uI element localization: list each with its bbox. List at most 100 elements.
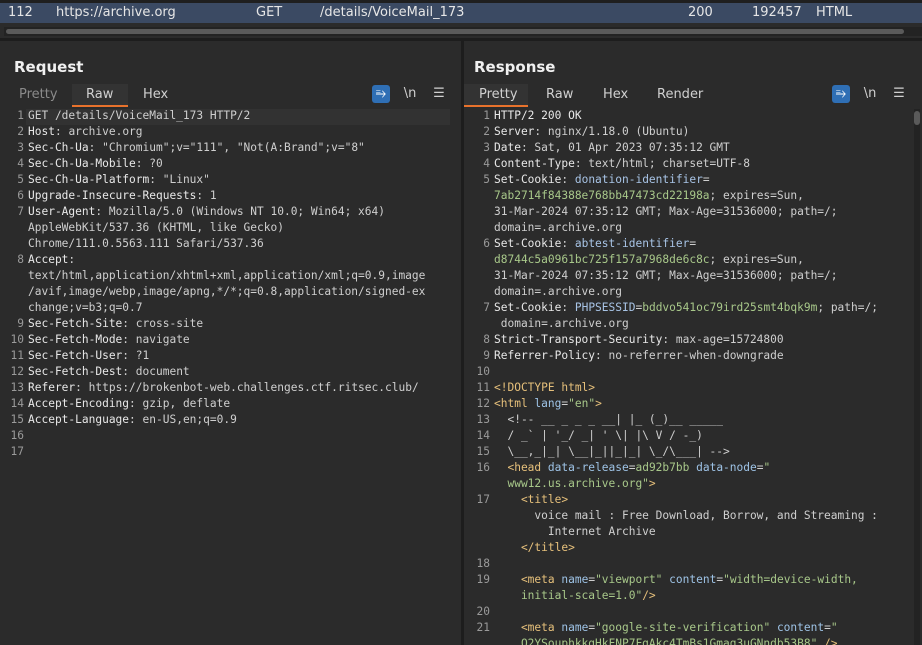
code-line[interactable]: Referer: https://brokenbot-web.challenge… (28, 381, 419, 394)
header-name: Sec-Ch-Ua-Mobile (28, 157, 136, 170)
response-tab-hex[interactable]: Hex (603, 87, 628, 102)
code-line[interactable]: text/html,application/xhtml+xml,applicat… (28, 269, 425, 282)
code-line[interactable]: /avif,image/webp,image/apng,*/*;q=0.8,ap… (28, 285, 425, 298)
code-line[interactable]: Date: Sat, 01 Apr 2023 07:35:12 GMT (494, 141, 730, 154)
code-line[interactable]: Sec-Ch-Ua: "Chromium";v="111", "Not(A:Br… (28, 141, 365, 154)
code-token: \__,_|_| \__|_||_|_| \_/\___| --> (494, 445, 730, 458)
code-line[interactable]: Host: archive.org (28, 125, 143, 138)
code-line[interactable]: HTTP/2 200 OK (494, 109, 582, 122)
code-line[interactable]: <title> (494, 493, 568, 506)
code-line[interactable]: <meta name = "google-site-verification" co… (494, 621, 838, 634)
code-line[interactable]: Referrer-Policy: no-referrer-when-downgr… (494, 349, 784, 362)
code-line[interactable]: \__,_|_| \__|_||_|_| \_/\___| --> (494, 445, 730, 458)
code-line[interactable]: <meta name="viewport" content="width=dev… (494, 573, 858, 586)
history-horizontal-scrollbar[interactable] (4, 27, 922, 36)
code-line[interactable]: <!DOCTYPE html> (494, 381, 595, 394)
code-line[interactable]: </title> (494, 541, 575, 554)
code-line[interactable]: 31-Mar-2024 07:35:12 GMT; Max-Age=315360… (494, 269, 838, 282)
code-line[interactable]: Sec-Fetch-Dest: document (28, 365, 190, 378)
code-token: </title> (494, 541, 575, 554)
code-line[interactable]: GET /details/VoiceMail_173 HTTP/2 (28, 109, 250, 122)
code-token: = (702, 173, 710, 186)
newline-toggle[interactable]: \n (861, 85, 879, 103)
code-token: Set-Cookie (494, 301, 562, 314)
newline-toggle[interactable]: \n (401, 85, 419, 103)
header-value: document (129, 365, 190, 378)
code-line[interactable]: initial-scale=1.0"/> (494, 589, 656, 602)
header-name: Accept (28, 253, 69, 266)
response-editor[interactable]: 1 2 3 4 5 6 7 8 9 10 11 12 13 14 15 16 17 18 19 20 21 HTTP/2… (470, 109, 912, 645)
response-line-numbers: 1 2 3 4 5 6 7 8 9 10 11 12 13 14 15 16 17 18 19 20 21 (470, 109, 492, 645)
code-token: : max-age=15724800 (662, 333, 784, 346)
header-name: Sec-Fetch-Site (28, 317, 123, 330)
code-token: 31-Mar-2024 07:35:12 GMT; Max-Age=315360… (494, 269, 838, 282)
code-line[interactable]: www12.us.archive.org"> (494, 477, 656, 490)
code-line[interactable]: Q2YSouphkkgHkFNP7FgAkc4TmBs1Gmag3uGNndb5… (494, 637, 838, 645)
scrollbar-thumb[interactable] (6, 29, 904, 34)
hamburger-menu-icon[interactable]: ☰ (430, 85, 448, 103)
code-line[interactable]: Accept-Encoding: gzip, deflate (28, 397, 230, 410)
header-value: archive.org (61, 125, 143, 138)
code-line[interactable]: Chrome/111.0.5563.111 Safari/537.36 (28, 237, 264, 250)
code-line[interactable]: Server: nginx/1.18.0 (Ubuntu) (494, 125, 689, 138)
code-token: : (561, 301, 575, 314)
code-token: / _` | '_/ _| ' \| |\ V / -_) (494, 429, 703, 442)
code-line[interactable]: Sec-Ch-Ua-Platform: "Linux" (28, 173, 210, 186)
code-token: content (776, 621, 825, 634)
line-number: 3 (17, 141, 24, 154)
code-line[interactable]: Upgrade-Insecure-Requests: 1 (28, 189, 217, 202)
response-tab-render[interactable]: Render (657, 87, 703, 102)
line-number: 14 (476, 429, 490, 442)
code-token: bddvo541oc79ird25smt4bqk9m (642, 301, 818, 314)
code-line[interactable]: AppleWebKit/537.36 (KHTML, like Gecko) (28, 221, 284, 234)
wrap-lines-icon[interactable]: ⥱ (832, 85, 850, 103)
code-line[interactable]: Content-Type: text/html; charset=UTF-8 (494, 157, 750, 170)
header-name: Sec-Fetch-User (28, 349, 123, 362)
wrap-lines-icon[interactable]: ⥱ (372, 85, 390, 103)
code-line[interactable]: change;v=b3;q=0.7 (28, 301, 143, 314)
code-line[interactable]: domain=.archive.org (494, 221, 622, 234)
code-token: : Sat, 01 Apr 2023 07:35:12 GMT (520, 141, 730, 154)
code-line[interactable]: Strict-Transport-Security: max-age=15724… (494, 333, 784, 346)
code-line[interactable]: <head data-release=ad92b7bb data-node=" (494, 461, 770, 474)
code-line[interactable]: <!-- __ _ _ _ __| |_ (_)__ _____ (494, 413, 723, 426)
scrollbar-thumb[interactable] (914, 111, 920, 125)
code-line[interactable]: Set-Cookie: PHPSESSID=bddvo541oc79ird25s… (494, 301, 878, 314)
code-line[interactable]: 31-Mar-2024 07:35:12 GMT; Max-Age=315360… (494, 205, 838, 218)
hamburger-menu-icon[interactable]: ☰ (890, 85, 908, 103)
code-line[interactable]: Sec-Fetch-User: ?1 (28, 349, 149, 362)
code-line[interactable]: voice mail : Free Download, Borrow, and … (494, 509, 878, 522)
code-line[interactable]: domain=.archive.org (494, 317, 629, 330)
code-line[interactable]: Set-Cookie: donation-identifier= (494, 173, 710, 186)
code-line[interactable]: d8744c5a0961bc725f157a7968de6c8c; expire… (494, 253, 804, 266)
request-active-tab-indicator (72, 105, 128, 107)
code-line[interactable]: / _` | '_/ _| ' \| |\ V / -_) (494, 429, 703, 442)
request-tab-pretty[interactable]: Pretty (19, 87, 58, 102)
history-row-selected[interactable]: 112 https://archive.org GET /details/Voi… (0, 3, 922, 23)
code-line[interactable]: Sec-Fetch-Mode: navigate (28, 333, 190, 346)
code-token: : nginx/1.18.0 (Ubuntu) (534, 125, 690, 138)
request-editor[interactable]: 1 2 3 4 5 6 7 8 9 10 11 12 13 14 15 16 17 GET /details/V… (4, 109, 450, 645)
code-line[interactable]: Sec-Ch-Ua-Mobile: ?0 (28, 157, 163, 170)
code-line[interactable]: User-Agent: Mozilla/5.0 (Windows NT 10.0… (28, 205, 385, 218)
header-name: Sec-Ch-Ua (28, 141, 89, 154)
header-value: change;v=b3;q=0.7 (28, 301, 143, 314)
response-vertical-scrollbar[interactable] (914, 109, 920, 645)
code-line[interactable]: Accept-Language: en-US,en;q=0.9 (28, 413, 237, 426)
code-token: > (648, 477, 656, 490)
response-tab-pretty[interactable]: Pretty (479, 87, 518, 102)
code-line[interactable]: Sec-Fetch-Site: cross-site (28, 317, 203, 330)
code-line[interactable]: Internet Archive (494, 525, 656, 538)
response-tab-raw[interactable]: Raw (546, 87, 573, 102)
code-line[interactable]: Accept: (28, 253, 75, 266)
request-tab-hex[interactable]: Hex (143, 87, 168, 102)
code-token: domain=.archive.org (494, 221, 622, 234)
code-line[interactable]: 7ab2714f84388e768bb47473cd22198a; expire… (494, 189, 804, 202)
response-active-tab-indicator (464, 105, 528, 107)
code-line[interactable]: Set-Cookie: abtest-identifier= (494, 237, 696, 250)
request-tab-raw[interactable]: Raw (86, 87, 113, 102)
code-line[interactable]: domain=.archive.org (494, 285, 622, 298)
code-line[interactable]: <html lang="en"> (494, 397, 602, 410)
line-number: 10 (476, 365, 490, 378)
line-number: 16 (476, 461, 490, 474)
